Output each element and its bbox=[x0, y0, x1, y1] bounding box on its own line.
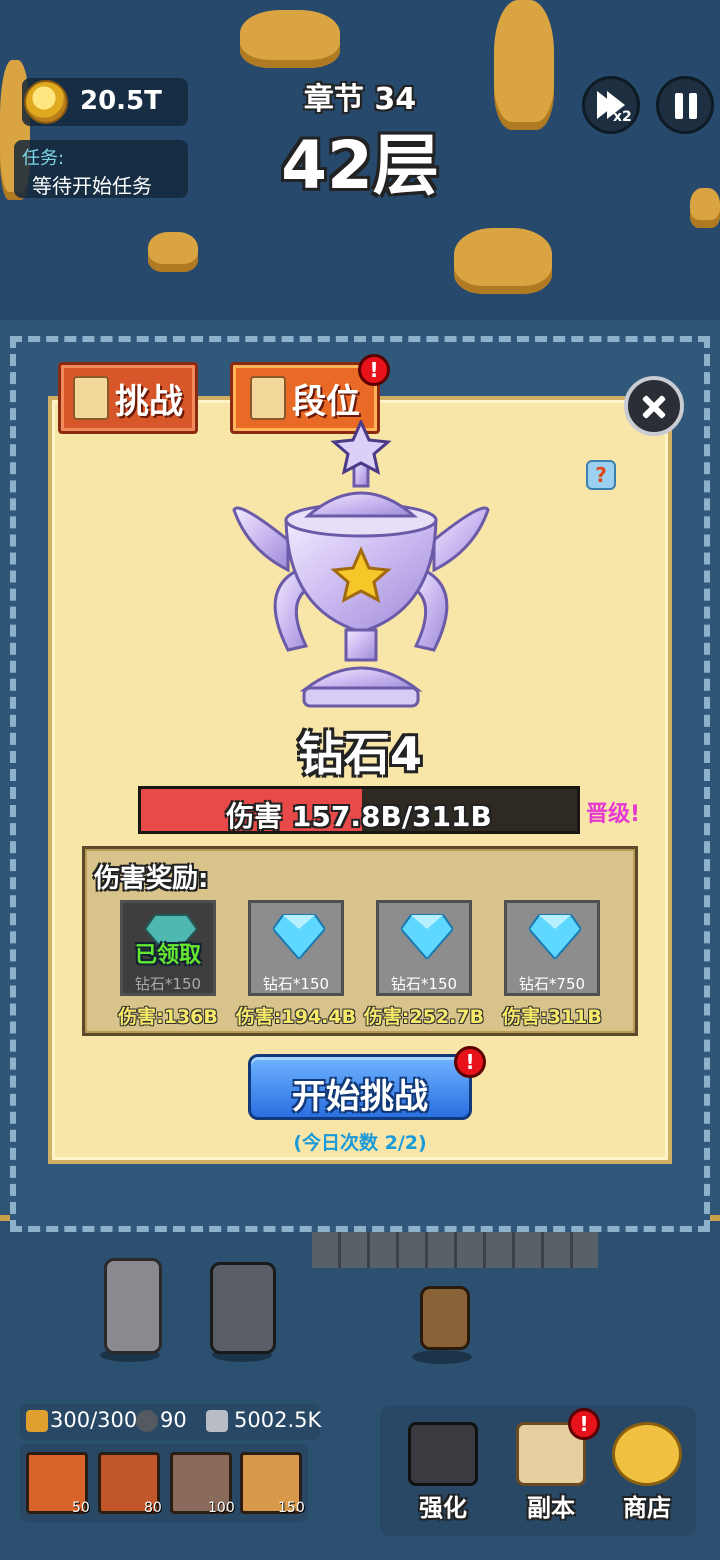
menu-shop-label: 商店 bbox=[623, 1494, 671, 1522]
cloud bbox=[148, 232, 198, 272]
enemy-bear bbox=[420, 1286, 470, 1350]
hero-armored bbox=[210, 1262, 276, 1354]
damage-rewards-title: 伤害奖励: bbox=[94, 864, 209, 894]
damage-progress-text: 伤害 157.8B/311B bbox=[226, 800, 492, 833]
start-challenge-label: 开始挑战 bbox=[292, 1077, 428, 1117]
pause-button[interactable] bbox=[656, 76, 714, 134]
energy-value: 300/300 bbox=[50, 1408, 138, 1432]
diamond-icon bbox=[401, 914, 453, 959]
reward-card[interactable]: 钻石*750 bbox=[504, 900, 600, 996]
speed-button[interactable]: x2 bbox=[582, 76, 640, 134]
attack-value: 5002.5K bbox=[234, 1408, 322, 1432]
tab-challenge-label: 挑战 bbox=[115, 381, 183, 422]
menu-dungeon-label: 副本 bbox=[527, 1494, 575, 1522]
start-alert-badge: ! bbox=[454, 1046, 486, 1078]
diamond-icon bbox=[273, 914, 325, 959]
help-icon[interactable]: ? bbox=[586, 460, 616, 490]
pause-icon bbox=[675, 93, 683, 119]
reward-damage-threshold: 伤害:194.4B bbox=[235, 1006, 357, 1028]
figure-icon bbox=[250, 376, 286, 420]
menu-enhance-label: 强化 bbox=[419, 1494, 467, 1522]
sword-icon bbox=[206, 1410, 228, 1432]
speed-multiplier: x2 bbox=[613, 109, 632, 125]
start-challenge-button[interactable]: 开始挑战 bbox=[248, 1054, 472, 1120]
reward-amount: 钻石*150 bbox=[134, 975, 202, 993]
dungeon-alert-badge: ! bbox=[568, 1408, 600, 1440]
claimed-label: 已领取 bbox=[134, 943, 201, 968]
reward-amount: 钻石*750 bbox=[518, 975, 586, 993]
reward-amount: 钻石*150 bbox=[262, 975, 330, 993]
hero-cloaked bbox=[104, 1258, 162, 1354]
shop-medal-icon bbox=[612, 1422, 682, 1486]
scroll-icon bbox=[73, 376, 109, 420]
reward-card[interactable]: 钻石*150 bbox=[376, 900, 472, 996]
close-button[interactable] bbox=[624, 376, 684, 436]
stone-value: 90 bbox=[160, 1408, 187, 1432]
promote-label: 晋级! bbox=[586, 802, 641, 827]
daily-attempts: (今日次数 2/2) bbox=[293, 1132, 427, 1154]
skill-cost: 50 bbox=[72, 1500, 90, 1516]
cloud bbox=[454, 228, 552, 294]
stone-icon bbox=[136, 1410, 158, 1432]
damage-progress-bar: 伤害 157.8B/311B bbox=[138, 786, 580, 834]
reward-damage-threshold: 伤害:311B bbox=[502, 1006, 602, 1028]
reward-damage-threshold: 伤害:252.7B bbox=[363, 1006, 485, 1028]
reward-damage-threshold: 伤害:136B bbox=[118, 1006, 218, 1028]
energy-icon bbox=[26, 1410, 48, 1432]
rank-name: 钻石4 bbox=[297, 727, 422, 781]
diamond-trophy-icon bbox=[232, 420, 490, 708]
enemy-shadow bbox=[412, 1350, 472, 1364]
skill-cost: 80 bbox=[144, 1500, 162, 1516]
menu-enhance[interactable]: 强化 bbox=[398, 1420, 488, 1530]
skill-cost: 150 bbox=[278, 1500, 305, 1516]
reward-amount: 钻石*150 bbox=[390, 975, 458, 993]
reward-card[interactable]: 已领取 钻石*150 bbox=[120, 900, 216, 996]
pause-icon bbox=[689, 93, 697, 119]
menu-shop[interactable]: 商店 bbox=[602, 1420, 692, 1530]
reward-card[interactable]: 钻石*150 bbox=[248, 900, 344, 996]
cloud bbox=[240, 10, 340, 68]
tab-rank-label: 段位 bbox=[292, 381, 360, 422]
hat-icon bbox=[408, 1422, 478, 1486]
tab-challenge[interactable]: 挑战 bbox=[58, 362, 198, 434]
tab-rank-alert-badge: ! bbox=[358, 354, 390, 386]
skill-cost: 100 bbox=[208, 1500, 235, 1516]
diamond-icon bbox=[529, 914, 581, 959]
